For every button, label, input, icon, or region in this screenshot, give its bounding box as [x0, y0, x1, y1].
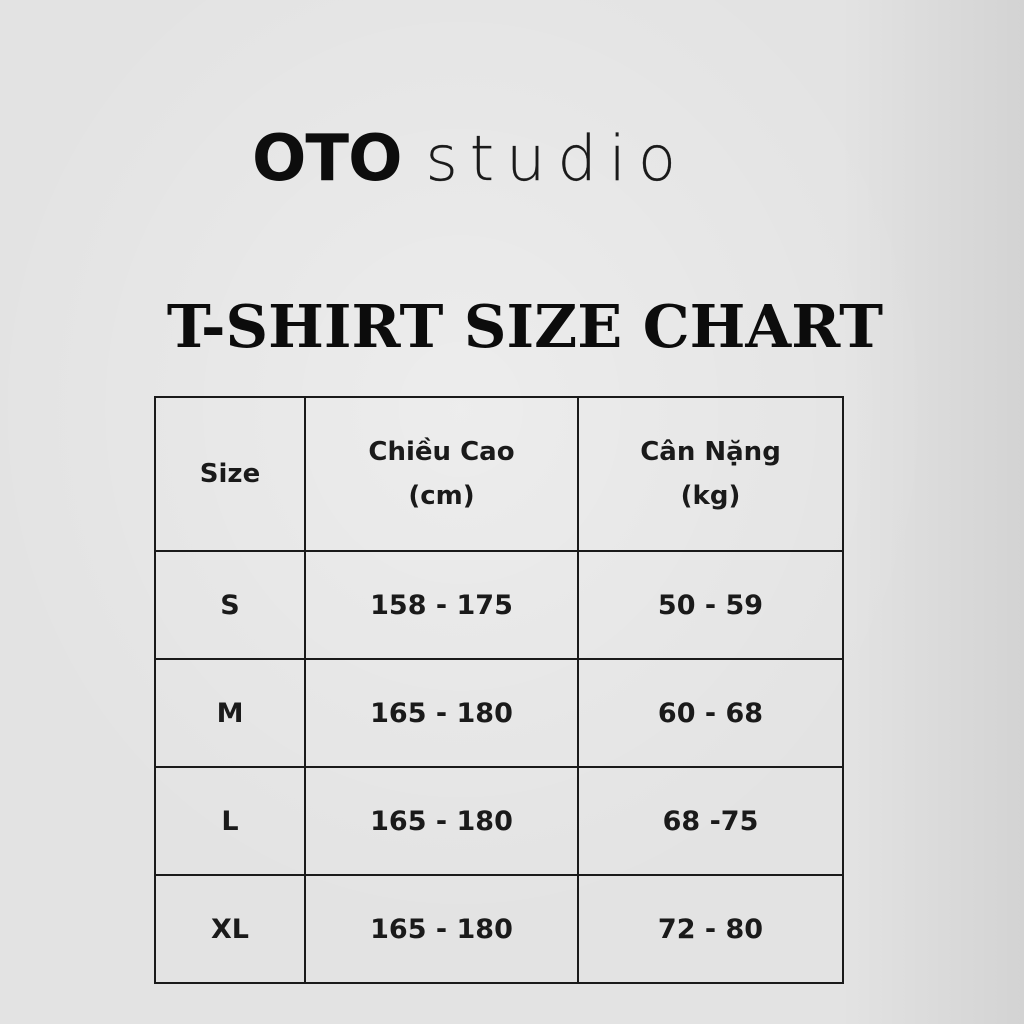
cell-height: 158 - 175 — [304, 550, 579, 660]
cell-height: 165 - 180 — [304, 658, 579, 768]
size-table: Size Chiều Cao (cm) Cân Nặng (kg) S 158 … — [154, 396, 844, 984]
brand-logo-bold: OTO — [252, 122, 402, 196]
header-height-label: Chiều Cao — [368, 437, 515, 467]
header-height: Chiều Cao (cm) — [304, 396, 579, 552]
cell-weight: 50 - 59 — [577, 550, 844, 660]
cell-height: 165 - 180 — [304, 766, 579, 876]
brand-logo-light: studio — [425, 122, 688, 195]
header-weight-unit: (kg) — [680, 481, 741, 511]
cell-size: L — [154, 766, 306, 876]
table-row: S 158 - 175 50 - 59 — [154, 550, 844, 660]
page-title: T-SHIRT SIZE CHART — [166, 292, 884, 361]
header-weight: Cân Nặng (kg) — [577, 396, 844, 552]
header-size: Size — [154, 396, 306, 552]
brand-logo: OTO studio — [252, 122, 688, 202]
cell-weight: 60 - 68 — [577, 658, 844, 768]
header-height-unit: (cm) — [408, 481, 475, 511]
table-header-row: Size Chiều Cao (cm) Cân Nặng (kg) — [154, 396, 844, 552]
table-row: L 165 - 180 68 -75 — [154, 766, 844, 876]
table-row: M 165 - 180 60 - 68 — [154, 658, 844, 768]
cell-size: XL — [154, 874, 306, 984]
cell-weight: 68 -75 — [577, 766, 844, 876]
cell-size: M — [154, 658, 306, 768]
cell-size: S — [154, 550, 306, 660]
header-weight-label: Cân Nặng — [640, 437, 781, 467]
size-chart-page: OTO studio T-SHIRT SIZE CHART Size Chiều… — [0, 0, 1024, 1024]
cell-weight: 72 - 80 — [577, 874, 844, 984]
table-row: XL 165 - 180 72 - 80 — [154, 874, 844, 984]
cell-height: 165 - 180 — [304, 874, 579, 984]
